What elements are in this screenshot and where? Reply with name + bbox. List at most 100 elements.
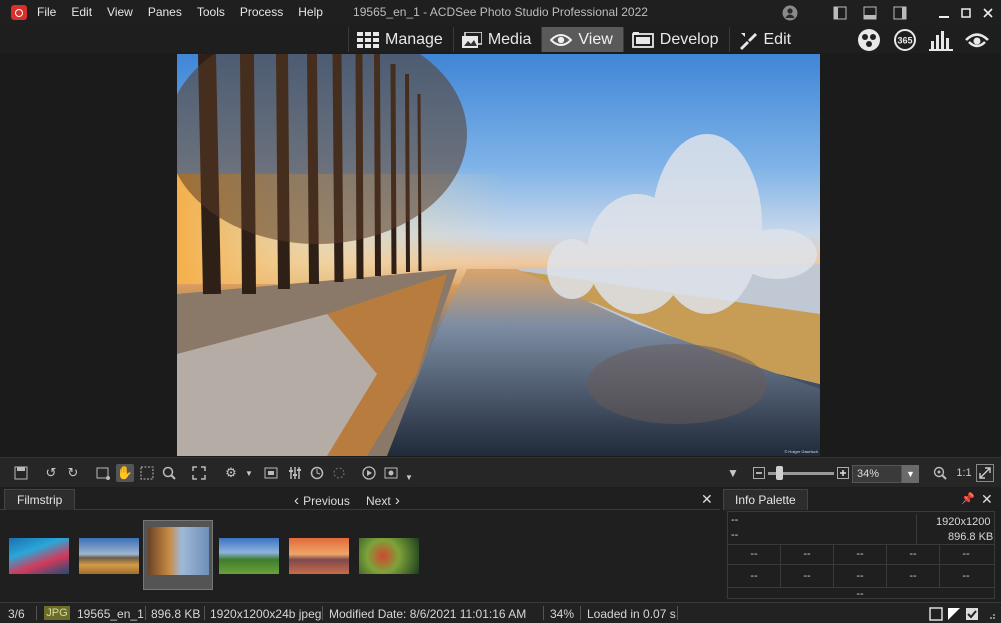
photo-credit: © Holger Gawrisch [784, 449, 818, 454]
account-icon[interactable] [781, 4, 799, 22]
acdsee-app-icon[interactable] [11, 5, 27, 20]
mode-develop-label: Develop [659, 30, 719, 48]
winter-canal-photo[interactable]: © Holger Gawrisch [177, 54, 820, 456]
external-editor-icon[interactable] [382, 464, 400, 482]
minimize-icon[interactable] [935, 4, 953, 22]
menu-panes[interactable]: Panes [148, 5, 182, 19]
info-dimensions: 1920x1200 [936, 516, 991, 528]
next-label: Next [366, 494, 391, 508]
left-pane-toggle-icon[interactable] [831, 4, 849, 22]
menu-view[interactable]: View [107, 5, 133, 19]
dashboard-icon[interactable] [927, 29, 954, 51]
mode-edit-label: Edit [763, 30, 792, 48]
info-grid-cell: -- [856, 570, 864, 582]
status-dimensions: 1920x1200x24b jpeg [210, 607, 322, 621]
fullscreen-icon[interactable] [190, 464, 208, 482]
actions-gear-icon[interactable]: ⚙ [222, 464, 240, 482]
right-pane-toggle-icon[interactable] [891, 4, 909, 22]
info-row2-left: -- [731, 529, 739, 541]
filmstrip-thumb-autumn-leaves[interactable] [359, 538, 419, 574]
zoom-dropdown-button[interactable]: ▼ [902, 465, 919, 483]
maximize-icon[interactable] [957, 4, 975, 22]
zoom-out-icon[interactable] [750, 464, 768, 482]
filmstrip-thumb-coral-reef[interactable] [9, 538, 69, 574]
status-filesize: 896.8 KB [151, 607, 201, 621]
save-icon[interactable] [12, 464, 30, 482]
info-palette-body: -- 1920x1200 -- 896.8 KB -- -- -- -- -- … [727, 511, 995, 600]
filmstrip-thumb-winter-canal[interactable] [148, 527, 209, 575]
histogram-dropdown-icon[interactable]: ▼ [724, 464, 742, 482]
filmstrip-close-icon[interactable]: ✕ [701, 491, 713, 508]
mode-develop[interactable]: Develop [622, 27, 729, 52]
edit-brush-icon [739, 32, 757, 50]
info-grid-cell: -- [909, 548, 917, 560]
info-grid-cell: -- [909, 570, 917, 582]
mode-tabs: Manage Media View Develop Edit [348, 27, 801, 52]
info-palette-pane: Info Palette 📌 ✕ -- 1920x1200 -- 896.8 K… [723, 488, 1001, 602]
resize-grip-icon[interactable] [981, 605, 999, 623]
menu-process[interactable]: Process [240, 5, 283, 19]
previous-button[interactable]: ‹ Previous [294, 492, 350, 509]
info-grid-cell: -- [856, 548, 864, 560]
slideshow-play-icon[interactable] [360, 464, 378, 482]
info-palette-close-icon[interactable]: ✕ [981, 491, 993, 508]
filmstrip-thumb-green-river[interactable] [219, 538, 279, 574]
info-grid-cell: -- [750, 548, 758, 560]
status-position: 3/6 [8, 607, 25, 621]
zoom-fit-icon[interactable] [931, 464, 949, 482]
info-grid-cell: -- [803, 570, 811, 582]
image-viewer[interactable]: © Holger Gawrisch [0, 53, 1001, 457]
actual-size-button[interactable]: 1:1 [953, 464, 975, 482]
menu-file[interactable]: File [37, 5, 56, 19]
selection-icon[interactable] [138, 464, 156, 482]
menu-tools[interactable]: Tools [197, 5, 225, 19]
zoom-level-input[interactable]: 34% [852, 465, 902, 483]
next-button[interactable]: Next › [366, 492, 400, 509]
red-eye-icon[interactable] [330, 464, 348, 482]
chevron-right-icon: › [390, 492, 400, 509]
status-filename: 19565_en_1 [77, 607, 144, 621]
previous-label: Previous [303, 494, 350, 508]
film-icon[interactable] [262, 464, 280, 482]
develop-status-icon[interactable] [945, 605, 963, 623]
filmstrip-pane: Filmstrip ‹ Previous Next › ✕ [0, 488, 720, 602]
status-load-time: Loaded in 0.07 s [587, 607, 676, 621]
rotate-left-icon[interactable]: ↺ [42, 464, 60, 482]
info-filesize: 896.8 KB [948, 531, 994, 543]
unmarked-square-icon[interactable] [927, 605, 945, 623]
mode-edit[interactable]: Edit [728, 27, 802, 52]
expand-icon[interactable] [976, 464, 994, 482]
info-palette-tab[interactable]: Info Palette [723, 489, 808, 510]
close-window-icon[interactable] [979, 4, 997, 22]
tagged-check-icon[interactable] [963, 605, 981, 623]
mode-media[interactable]: Media [452, 27, 542, 52]
svg-text:365: 365 [897, 36, 912, 46]
menu-bar: File Edit View Panes Tools Process Help [37, 5, 338, 19]
menu-help[interactable]: Help [298, 5, 323, 19]
view-toolbar: ↺ ↻ ✋ ⚙ ▼ ▼ ▼ 34% ▼ 1:1 [0, 457, 1001, 487]
actions-dropdown-icon[interactable]: ▼ [240, 464, 258, 482]
mode-view[interactable]: View [541, 27, 623, 52]
adjust-sliders-icon[interactable] [286, 464, 304, 482]
zoom-tool-icon[interactable] [160, 464, 178, 482]
365-icon[interactable]: 365 [891, 29, 918, 51]
editor-dropdown-icon[interactable]: ▼ [400, 468, 418, 486]
crop-select-icon[interactable] [94, 464, 112, 482]
filmstrip-thumb-sunset-lake[interactable] [289, 538, 349, 574]
bottom-pane-toggle-icon[interactable] [861, 4, 879, 22]
luxea-eye-icon[interactable] [963, 29, 990, 51]
pin-icon[interactable]: 📌 [961, 492, 975, 505]
mode-manage[interactable]: Manage [348, 27, 453, 52]
auto-advance-icon[interactable] [308, 464, 326, 482]
mode-manage-label: Manage [385, 30, 443, 48]
hand-pan-icon[interactable]: ✋ [116, 464, 134, 482]
info-grid-cell: -- [803, 548, 811, 560]
zoom-in-icon[interactable] [834, 464, 852, 482]
menu-edit[interactable]: Edit [71, 5, 92, 19]
filmstrip-tab[interactable]: Filmstrip [4, 489, 76, 510]
people-icon[interactable] [855, 29, 882, 51]
rotate-right-icon[interactable]: ↻ [64, 464, 82, 482]
mode-extra-icons: 365 [855, 29, 990, 51]
zoom-slider-thumb[interactable] [776, 466, 783, 480]
filmstrip-thumb-mountain-field[interactable] [79, 538, 139, 574]
